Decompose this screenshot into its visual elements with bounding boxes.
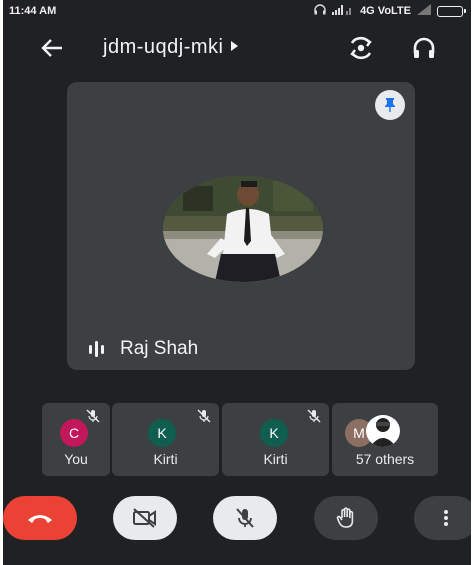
participant-tile-kirti[interactable]: K Kirti	[222, 403, 329, 476]
avatar: C	[60, 419, 88, 447]
avatar: K	[260, 419, 288, 447]
arrow-back-icon	[41, 39, 62, 57]
end-call-icon	[28, 515, 52, 523]
meet-screen: 11:44 AM 4G VoLTE jdm-uqdj-mki Raj Shah …	[3, 0, 471, 565]
headset-icon	[314, 4, 326, 18]
mic-off-icon	[307, 409, 321, 423]
top-bar: jdm-uqdj-mki	[3, 28, 471, 68]
participant-name: Kirti	[263, 451, 288, 467]
participant-tile-you[interactable]: C You	[42, 403, 110, 476]
microphone-toggle-button[interactable]	[213, 496, 277, 540]
meeting-title[interactable]: jdm-uqdj-mki	[103, 36, 239, 59]
switch-camera-icon	[350, 36, 372, 60]
participant-name: You	[64, 451, 88, 467]
speaker-avatar-photo	[163, 176, 323, 282]
meeting-code: jdm-uqdj-mki	[103, 36, 224, 58]
participant-tile-kirti[interactable]: K Kirti	[112, 403, 219, 476]
more-options-button[interactable]	[414, 496, 471, 540]
pin-button[interactable]	[375, 90, 405, 120]
status-icons: 4G VoLTE	[314, 4, 466, 18]
battery-icon	[437, 5, 466, 17]
camera-toggle-button[interactable]	[113, 496, 177, 540]
status-bar: 11:44 AM 4G VoLTE	[3, 0, 471, 22]
audio-level-icon	[89, 341, 104, 357]
main-speaker-tile[interactable]: Raj Shah	[67, 82, 415, 370]
participant-name: 57 others	[355, 451, 415, 467]
status-time: 11:44 AM	[9, 5, 57, 17]
mic-off-icon	[236, 508, 254, 528]
signal-icon	[417, 4, 431, 18]
switch-camera-button[interactable]	[346, 34, 376, 62]
speaker-label: Raj Shah	[89, 338, 198, 360]
raise-hand-button[interactable]	[314, 496, 378, 540]
audio-output-button[interactable]	[409, 34, 439, 62]
participant-tile-others[interactable]: M 57 others	[332, 403, 438, 476]
caret-right-icon	[231, 41, 239, 54]
mic-off-icon	[86, 409, 100, 423]
raise-hand-icon	[336, 507, 354, 528]
avatar	[366, 415, 400, 447]
headphones-icon	[413, 37, 435, 58]
end-call-button[interactable]	[3, 496, 77, 540]
more-vert-icon	[444, 510, 448, 526]
speaker-name: Raj Shah	[120, 338, 199, 359]
network-label: 4G VoLTE	[360, 5, 411, 17]
signal-icon	[332, 4, 354, 18]
mic-off-icon	[197, 409, 211, 423]
back-button[interactable]	[37, 35, 67, 61]
pin-icon	[385, 98, 395, 112]
camera-off-icon	[133, 508, 156, 528]
participant-name: Kirti	[153, 451, 178, 467]
avatar: K	[148, 419, 176, 447]
